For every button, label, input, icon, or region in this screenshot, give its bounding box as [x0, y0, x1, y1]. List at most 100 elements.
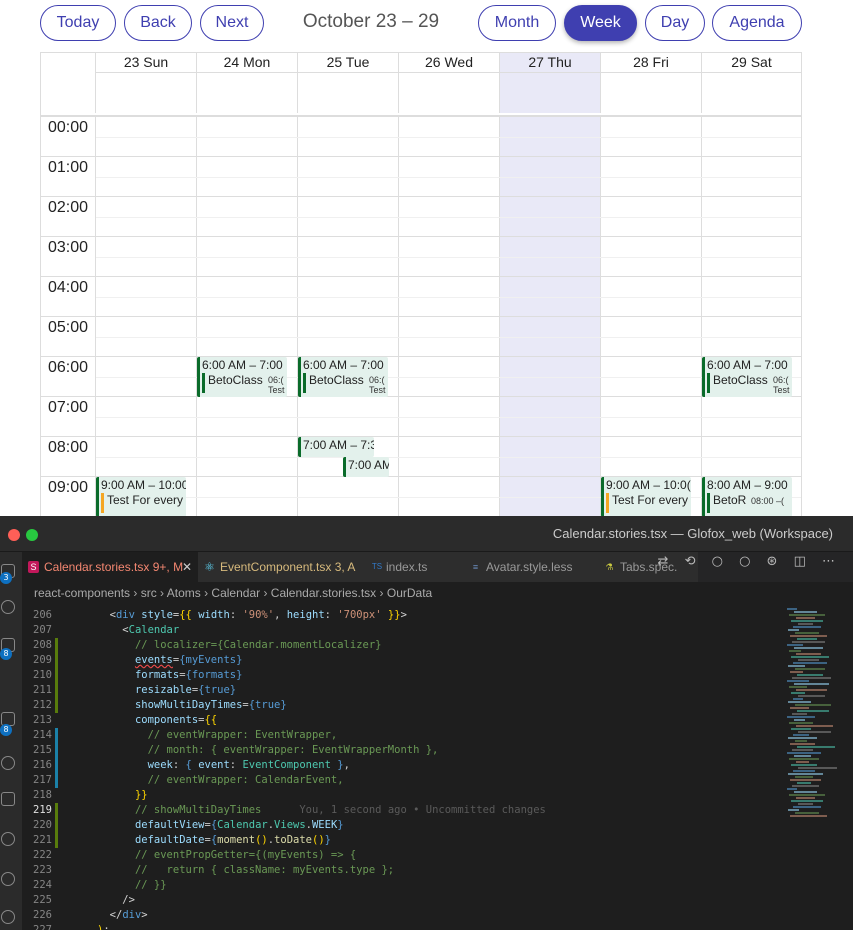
half-hour-line: [96, 497, 801, 498]
event-inner[interactable]: BetoClass: [303, 373, 364, 393]
breadcrumb-item[interactable]: react-components: [34, 586, 130, 600]
code-text: events={myEvents}: [134, 654, 243, 666]
agenda-view-button[interactable]: Agenda: [712, 5, 802, 41]
back-button[interactable]: Back: [124, 5, 192, 41]
tab-event-component[interactable]: ⚛ EventComponent.tsx 3, A: [198, 552, 364, 582]
breadcrumb-item[interactable]: src: [141, 586, 157, 600]
day-header-sun[interactable]: 23 Sun: [95, 53, 196, 73]
day-header-thu[interactable]: 27 Thu: [499, 53, 600, 73]
tab-index-ts[interactable]: TS index.ts: [364, 552, 464, 582]
event-time: 6:00 AM – 7:00: [707, 358, 788, 372]
event-inner[interactable]: BetoClass: [202, 373, 263, 393]
code-line[interactable]: 206 <div style={{ width: '90%', height: …: [22, 608, 783, 623]
hour-row[interactable]: 05:00: [41, 317, 801, 357]
code-line[interactable]: 227);: [22, 923, 783, 930]
account-icon[interactable]: [1, 872, 15, 886]
minimap-line: [793, 698, 803, 700]
code-line[interactable]: 221 defaultDate={moment().toDate()}: [22, 833, 783, 848]
event-time: 7:00 AM – 7:3: [303, 438, 374, 452]
hour-row[interactable]: 04:00: [41, 277, 801, 317]
code-text: }}: [134, 789, 148, 801]
code-line[interactable]: 217 // eventWrapper: CalendarEvent,: [22, 773, 783, 788]
hour-row[interactable]: 06:00: [41, 357, 801, 397]
code-line[interactable]: 218 }}: [22, 788, 783, 803]
window-zoom-button[interactable]: [26, 529, 38, 541]
code-line[interactable]: 223 // return { className: myEvents.type…: [22, 863, 783, 878]
event-inner[interactable]: Test For every: [606, 493, 688, 513]
search-icon[interactable]: [1, 600, 15, 614]
tab-avatar-style[interactable]: ≡ Avatar.style.less: [464, 552, 598, 582]
code-line[interactable]: 220 defaultView={Calendar.Views.WEEK}: [22, 818, 783, 833]
event-sun-test[interactable]: 9:00 AM – 10:00 Test For every: [96, 477, 186, 516]
window-close-button[interactable]: [8, 529, 20, 541]
code-line[interactable]: 208 // localizer={Calendar.momentLocaliz…: [22, 638, 783, 653]
run-debug-icon[interactable]: [1, 678, 15, 692]
breadcrumb-item[interactable]: Calendar.stories.tsx: [271, 586, 376, 600]
day-header-tue[interactable]: 25 Tue: [297, 53, 398, 73]
code-editor[interactable]: 206 <div style={{ width: '90%', height: …: [22, 604, 783, 930]
day-header-wed[interactable]: 26 Wed: [398, 53, 499, 73]
event-tue-0700-a[interactable]: 7:00 AM – 7:3: [298, 437, 374, 457]
minimap-line: [791, 764, 817, 766]
hour-row[interactable]: 01:00: [41, 157, 801, 197]
day-view-button[interactable]: Day: [645, 5, 705, 41]
minimap-line: [796, 689, 827, 691]
allday-cell[interactable]: [297, 73, 398, 113]
code-line[interactable]: 207 <Calendar: [22, 623, 783, 638]
hour-row[interactable]: 07:00: [41, 397, 801, 437]
event-tue-0700-b[interactable]: 7:00 AM: [343, 457, 389, 477]
event-fri-test[interactable]: 9:00 AM – 10:0( Test For every: [601, 477, 691, 516]
event-inner[interactable]: BetoR: [707, 493, 746, 513]
code-line[interactable]: 212 showMultiDayTimes={true}: [22, 698, 783, 713]
code-line[interactable]: 215 // month: { eventWrapper: EventWrapp…: [22, 743, 783, 758]
allday-cell-today[interactable]: [499, 73, 600, 113]
code-line[interactable]: 216 week: { event: EventComponent },: [22, 758, 783, 773]
code-line[interactable]: 224 // }}: [22, 878, 783, 893]
event-inner[interactable]: Test For every: [101, 493, 183, 513]
breadcrumb-item[interactable]: Atoms: [167, 586, 201, 600]
code-line[interactable]: 211 resizable={true}: [22, 683, 783, 698]
settings-gear-icon[interactable]: [1, 910, 15, 924]
week-view-button[interactable]: Week: [564, 5, 637, 41]
remote-icon[interactable]: [1, 756, 15, 770]
gitlens-icon[interactable]: [1, 832, 15, 846]
event-inner[interactable]: BetoClass: [707, 373, 768, 393]
day-header-mon[interactable]: 24 Mon: [196, 53, 297, 73]
tab-calendar-stories[interactable]: S Calendar.stories.tsx 9+, M ✕: [22, 552, 198, 582]
allday-cell[interactable]: [600, 73, 701, 113]
today-button[interactable]: Today: [40, 5, 116, 41]
allday-cell[interactable]: [701, 73, 801, 113]
event-sat-betoclass[interactable]: 6:00 AM – 7:00 BetoClass 06:( Test: [702, 357, 792, 397]
close-icon[interactable]: ✕: [182, 552, 192, 582]
breadcrumb-item[interactable]: OurData: [387, 586, 432, 600]
event-tue-betoclass[interactable]: 6:00 AM – 7:00 BetoClass 06:( Test: [298, 357, 388, 397]
minimap-line: [790, 707, 809, 709]
hour-row[interactable]: 08:00: [41, 437, 801, 477]
code-line[interactable]: 209 events={myEvents}: [22, 653, 783, 668]
day-header-fri[interactable]: 28 Fri: [600, 53, 701, 73]
code-line[interactable]: 213 components={{: [22, 713, 783, 728]
allday-cell[interactable]: [196, 73, 297, 113]
hour-row[interactable]: 00:00: [41, 117, 801, 157]
testing-icon[interactable]: [1, 792, 15, 806]
code-line[interactable]: 210 formats={formats}: [22, 668, 783, 683]
code-line[interactable]: 226 </div>: [22, 908, 783, 923]
minimap-line: [787, 788, 797, 790]
hour-row[interactable]: 02:00: [41, 197, 801, 237]
event-mon-betoclass[interactable]: 6:00 AM – 7:00 BetoClass 06:( Test: [197, 357, 287, 397]
code-line[interactable]: 214 // eventWrapper: EventWrapper,: [22, 728, 783, 743]
allday-cell[interactable]: [398, 73, 499, 113]
next-button[interactable]: Next: [200, 5, 264, 41]
code-line[interactable]: 219 // showMultiDayTimes You, 1 second a…: [22, 803, 783, 818]
event-sat-betor[interactable]: 8:00 AM – 9:00 BetoR 08:00 –(: [702, 477, 792, 516]
hour-row[interactable]: 03:00: [41, 237, 801, 277]
breadcrumb-item[interactable]: Calendar: [211, 586, 260, 600]
allday-cell[interactable]: [95, 73, 196, 113]
code-line[interactable]: 222 // eventPropGetter={(myEvents) => {: [22, 848, 783, 863]
editor-actions[interactable]: ⇄ ⟲ ○ ○ ⊛ ◫ ⋯: [658, 554, 841, 569]
day-header-sat[interactable]: 29 Sat: [701, 53, 801, 73]
minimap-line: [789, 686, 807, 688]
minimap[interactable]: [783, 604, 853, 930]
month-view-button[interactable]: Month: [478, 5, 556, 41]
code-line[interactable]: 225 />: [22, 893, 783, 908]
